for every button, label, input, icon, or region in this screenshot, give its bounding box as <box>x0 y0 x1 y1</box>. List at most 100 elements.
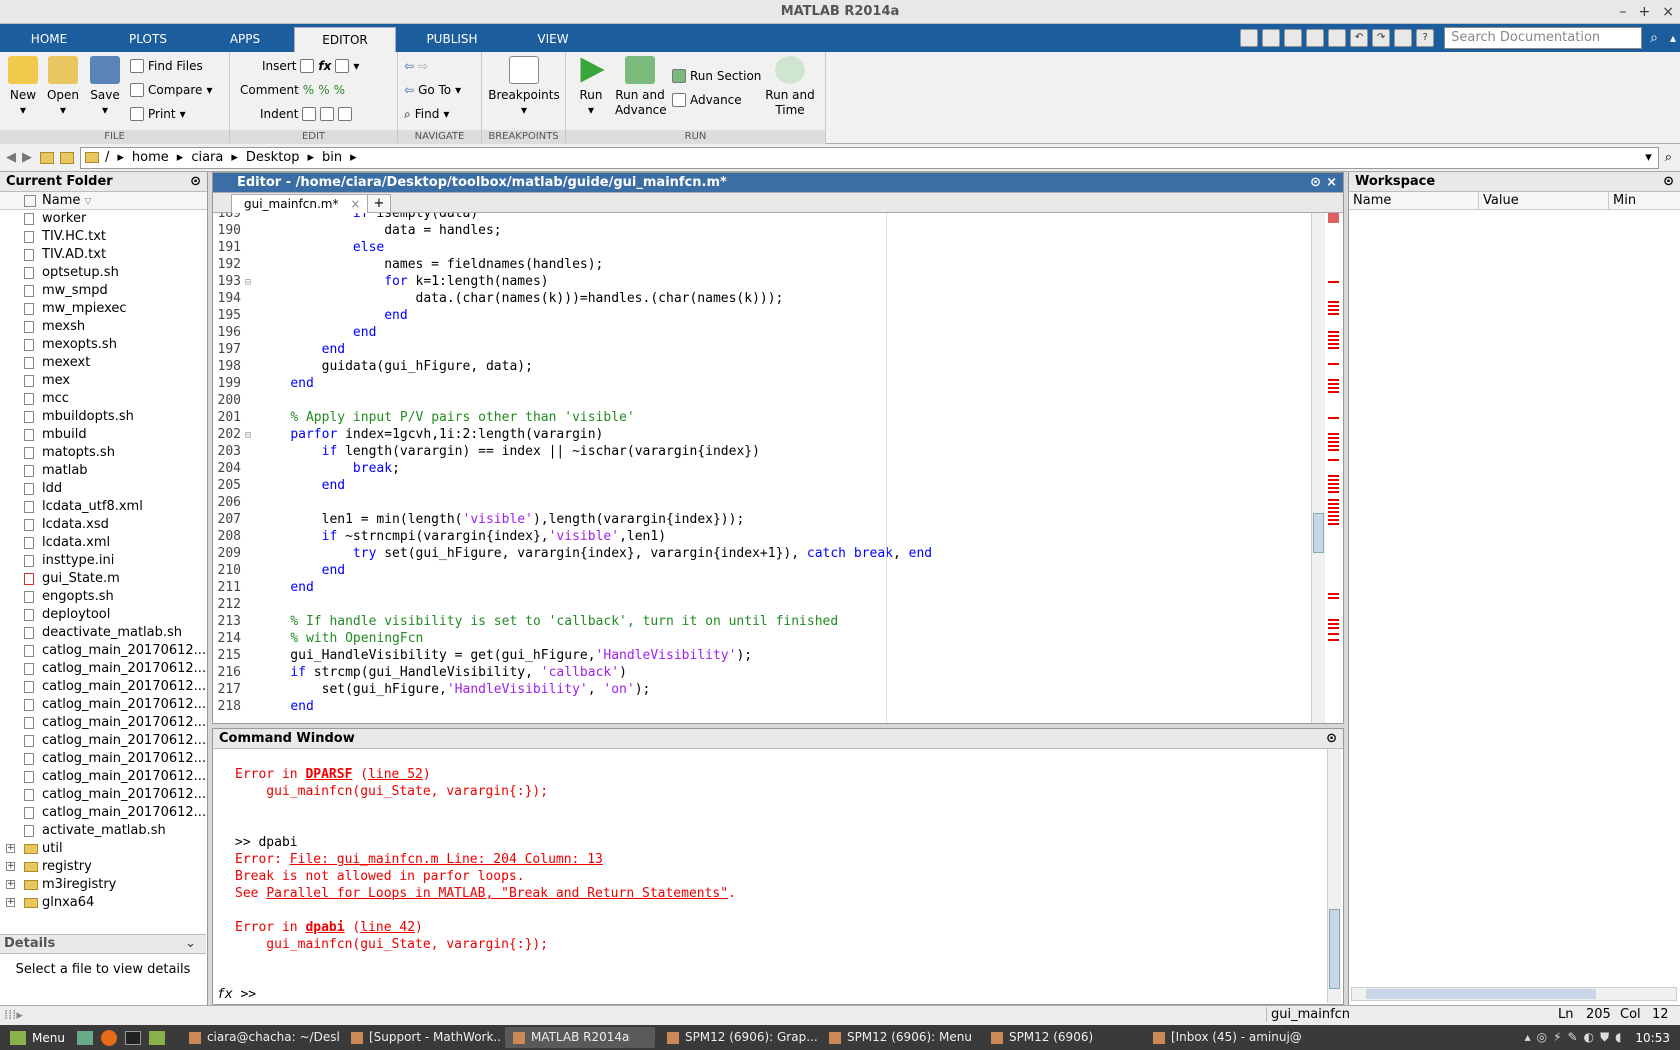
folder-row[interactable]: + m3iregistry <box>0 876 207 894</box>
tab-view[interactable]: VIEW <box>508 27 598 52</box>
warning-marker[interactable] <box>1328 383 1339 385</box>
code-line[interactable]: 197 end <box>213 341 1313 358</box>
line-number[interactable]: 212 <box>213 596 245 613</box>
file-row[interactable]: insttype.ini <box>0 552 207 570</box>
warning-marker[interactable] <box>1328 343 1339 345</box>
search-documentation-input[interactable]: Search Documentation <box>1444 27 1643 49</box>
warning-marker[interactable] <box>1328 309 1339 311</box>
maximize-icon[interactable]: + <box>1639 0 1651 24</box>
warning-marker[interactable] <box>1328 487 1339 489</box>
line-number[interactable]: 210 <box>213 562 245 579</box>
fold-gutter[interactable] <box>245 308 259 325</box>
file-row[interactable]: mw_smpd <box>0 282 207 300</box>
warning-marker[interactable] <box>1328 623 1339 625</box>
warning-marker[interactable] <box>1328 213 1339 223</box>
switch-windows-icon[interactable] <box>1394 29 1413 47</box>
panel-menu-icon[interactable]: ⊙ <box>190 172 201 192</box>
line-number[interactable]: 215 <box>213 647 245 664</box>
cmd-scroll-thumb[interactable] <box>1329 909 1340 989</box>
run-button[interactable]: Run ▾ <box>574 56 608 118</box>
file-row[interactable]: catlog_main_20170612... <box>0 768 207 786</box>
tab-plots[interactable]: PLOTS <box>100 27 196 52</box>
forward-arrow-icon[interactable]: ⇨ <box>418 56 428 76</box>
path-field[interactable]: / ▸ home ▸ ciara ▸ Desktop ▸ bin ▸ ▾ <box>80 146 1659 169</box>
fold-gutter[interactable] <box>245 342 259 359</box>
shortcut-icon[interactable] <box>1240 29 1259 47</box>
code-line[interactable]: 216 if strcmp(gui_HandleVisibility, 'cal… <box>213 664 1313 681</box>
file-row[interactable]: catlog_main_20170612... <box>0 786 207 804</box>
file-row[interactable]: catlog_main_20170612... <box>0 642 207 660</box>
code-area[interactable]: 189 if isempty(data) 190 data = handles; 1… <box>213 213 1313 723</box>
taskbar-window-button[interactable]: ciara@chacha: ~/Desk... <box>181 1027 339 1048</box>
fold-gutter[interactable] <box>245 682 259 699</box>
cmd-menu-icon[interactable]: ⊙ <box>1326 729 1337 749</box>
editor-close-icon[interactable]: × <box>1326 173 1337 193</box>
fold-gutter[interactable] <box>245 665 259 682</box>
folder-row[interactable]: + glnxa64 <box>0 894 207 912</box>
comment-button[interactable]: Comment%%% <box>240 80 345 100</box>
redo-icon[interactable]: ↷ <box>1372 29 1391 47</box>
collapse-icon[interactable]: ⌄ <box>185 935 196 953</box>
line-number[interactable]: 194 <box>213 290 245 307</box>
insert-button[interactable]: Insert fx ▾ <box>262 56 359 76</box>
ws-hscrollbar[interactable] <box>1351 987 1677 1001</box>
file-row[interactable]: ldd <box>0 480 207 498</box>
fold-gutter[interactable] <box>245 597 259 614</box>
undo-icon[interactable]: ↶ <box>1350 29 1369 47</box>
editor-scrollbar[interactable] <box>1311 213 1325 723</box>
warning-marker[interactable] <box>1328 379 1339 381</box>
taskbar-window-button[interactable]: SPM12 (6906): Grap... <box>659 1027 817 1048</box>
warning-marker[interactable] <box>1328 511 1339 513</box>
fold-gutter[interactable]: ⊟ <box>245 274 259 291</box>
warning-marker[interactable] <box>1328 503 1339 505</box>
code-line[interactable]: 210 end <box>213 562 1313 579</box>
warning-marker[interactable] <box>1328 459 1339 461</box>
file-row[interactable]: mex <box>0 372 207 390</box>
fold-gutter[interactable]: ⊟ <box>245 427 259 444</box>
file-row[interactable]: deactivate_matlab.sh <box>0 624 207 642</box>
file-row[interactable]: catlog_main_20170612... <box>0 750 207 768</box>
code-line[interactable]: 198 guidata(gui_hFigure, data); <box>213 358 1313 375</box>
tab-editor[interactable]: EDITOR <box>294 27 396 52</box>
fold-gutter[interactable] <box>245 512 259 529</box>
warning-marker[interactable] <box>1328 433 1339 435</box>
line-number[interactable]: 206 <box>213 494 245 511</box>
save-icon[interactable] <box>1262 29 1281 47</box>
line-number[interactable]: 190 <box>213 222 245 239</box>
clock[interactable]: 10:53 <box>1635 1031 1670 1045</box>
line-number[interactable]: 208 <box>213 528 245 545</box>
help-icon[interactable]: ? <box>1416 29 1435 47</box>
editor-menu-icon[interactable]: ⊙ <box>1310 173 1321 193</box>
file-row[interactable]: mcc <box>0 390 207 408</box>
fold-gutter[interactable] <box>245 376 259 393</box>
indent-button[interactable]: Indent <box>260 104 353 124</box>
code-analyzer-markers[interactable] <box>1325 213 1341 723</box>
cmd-scrollbar[interactable] <box>1327 749 1341 1003</box>
warning-marker[interactable] <box>1328 305 1339 307</box>
warning-marker[interactable] <box>1328 507 1339 509</box>
ws-col-min[interactable]: Min <box>1609 192 1680 209</box>
code-line[interactable]: 215 gui_HandleVisibility = get(gui_hFigu… <box>213 647 1313 664</box>
firefox-icon[interactable] <box>100 1029 117 1046</box>
warning-marker[interactable] <box>1328 491 1339 493</box>
line-number[interactable]: 216 <box>213 664 245 681</box>
code-line[interactable]: 205 end <box>213 477 1313 494</box>
save-button[interactable]: Save ▾ <box>88 56 122 118</box>
file-link[interactable]: File: gui_mainfcn.m Line: 204 Column: 13 <box>290 852 603 867</box>
tray-icons[interactable]: ▴◎⚡✎◐⛊◖ <box>1525 1030 1628 1045</box>
expand-icon[interactable]: + <box>6 862 15 871</box>
fold-gutter[interactable] <box>245 223 259 240</box>
line-number[interactable]: 201 <box>213 409 245 426</box>
taskbar-window-button[interactable]: SPM12 (6906): Menu <box>821 1027 979 1048</box>
mint-logo-icon[interactable] <box>10 1030 26 1045</box>
warning-marker[interactable] <box>1328 313 1339 315</box>
code-line[interactable]: 214 % with OpeningFcn <box>213 630 1313 647</box>
forward-icon[interactable]: ▶ <box>22 150 32 165</box>
doc-link[interactable]: Parallel for Loops in MATLAB, "Break and… <box>266 886 728 901</box>
ws-hscroll-thumb[interactable] <box>1366 989 1596 999</box>
taskbar-window-button[interactable]: MATLAB R2014a <box>504 1027 655 1048</box>
run-and-advance-button[interactable]: Run and Advance <box>610 56 670 118</box>
file-row[interactable]: gui_State.m <box>0 570 207 588</box>
close-icon[interactable]: × <box>1662 0 1674 24</box>
path-dropdown-icon[interactable]: ▾ <box>1645 150 1652 165</box>
